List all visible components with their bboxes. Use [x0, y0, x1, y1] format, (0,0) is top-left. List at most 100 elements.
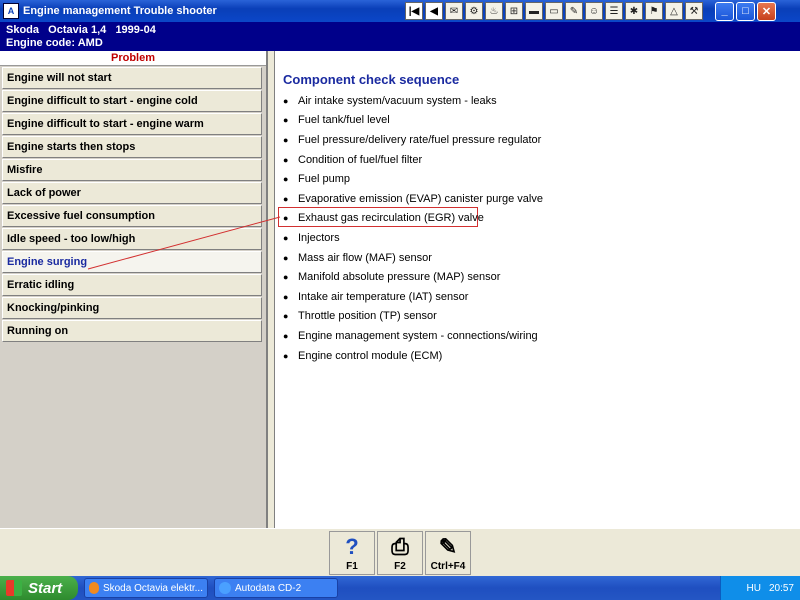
notes-button[interactable]: ✎ Ctrl+F4 [425, 531, 471, 575]
help-key-label: F1 [346, 561, 358, 572]
tool-icon[interactable]: ⚙ [465, 2, 483, 20]
bullet-icon: ● [283, 213, 289, 224]
problem-item[interactable]: Engine difficult to start - engine cold [2, 90, 262, 112]
list-item-label: Throttle position (TP) sensor [298, 310, 437, 323]
problem-item[interactable]: Knocking/pinking [2, 297, 262, 319]
tool-icon[interactable]: ✎ [565, 2, 583, 20]
window-title: Engine management Trouble shooter [23, 5, 217, 17]
vehicle-model: Skoda Octavia 1,4 1999-04 [6, 24, 156, 36]
bullet-icon: ● [283, 134, 289, 145]
tool-icon[interactable]: △ [665, 2, 683, 20]
problem-item[interactable]: Lack of power [2, 182, 262, 204]
bullet-icon: ● [283, 232, 289, 243]
list-item-label: Condition of fuel/fuel filter [298, 153, 423, 166]
tool-icon[interactable]: ✉ [445, 2, 463, 20]
bullet-icon: ● [283, 330, 289, 341]
list-item[interactable]: ● Engine management system - connections/… [283, 326, 543, 346]
list-item[interactable]: ● Intake air temperature (IAT) sensor [283, 287, 543, 307]
function-key-bar: ? F1 ⎙ F2 ✎ Ctrl+F4 [0, 528, 800, 576]
bullet-icon: ● [283, 154, 289, 165]
problem-item[interactable]: Misfire [2, 159, 262, 181]
list-item-label: Fuel pump [298, 173, 350, 186]
taskbar-label: Skoda Octavia elektr... [102, 582, 203, 594]
app-icon: A [3, 3, 19, 19]
start-button[interactable]: Start [0, 576, 78, 600]
tool-icon[interactable]: ☰ [605, 2, 623, 20]
system-tray: HU 20:57 [720, 576, 800, 600]
tool-icon[interactable]: ⚒ [685, 2, 703, 20]
list-item-highlighted[interactable]: ● Exhaust gas recirculation (EGR) valve [283, 209, 543, 229]
bullet-icon: ● [283, 115, 289, 126]
taskbar-button-browser[interactable]: Skoda Octavia elektr... [84, 578, 208, 598]
print-icon: ⎙ [391, 534, 409, 559]
list-item[interactable]: ● Fuel pressure/delivery rate/fuel pressu… [283, 130, 543, 150]
clock: 20:57 [768, 582, 794, 594]
list-item[interactable]: ● Manifold absolute pressure (MAP) sensor [283, 267, 543, 287]
list-item-label: Fuel tank/fuel level [298, 114, 390, 127]
list-item[interactable]: ● Air intake system/vacuum system - leaks [283, 91, 543, 111]
problem-item[interactable]: Erratic idling [2, 274, 262, 296]
help-button[interactable]: ? F1 [329, 531, 375, 575]
problem-sidebar: Problem Engine will not start Engine dif… [0, 51, 268, 528]
list-item[interactable]: ● Evaporative emission (EVAP) canister pu… [283, 189, 543, 209]
vehicle-info-bar: Skoda Octavia 1,4 1999-04 Engine code: A… [0, 22, 800, 51]
list-item[interactable]: ● Mass air flow (MAF) sensor [283, 248, 543, 268]
problem-item[interactable]: Running on [2, 320, 262, 342]
maximize-button[interactable]: □ [736, 1, 755, 21]
taskbar-button-autodata[interactable]: Autodata CD-2 [214, 578, 338, 598]
tool-icon[interactable]: ▬ [525, 2, 543, 20]
browser-icon [89, 582, 99, 594]
tool-icon[interactable]: ♨ [485, 2, 503, 20]
list-item-label: Fuel pressure/delivery rate/fuel pressur… [298, 133, 542, 146]
bullet-icon: ● [283, 95, 289, 106]
bullet-icon: ● [283, 350, 289, 361]
notes-key-label: Ctrl+F4 [430, 561, 466, 572]
list-item-label: Evaporative emission (EVAP) canister pur… [298, 192, 543, 205]
list-item-label: Exhaust gas recirculation (EGR) valve [298, 212, 484, 225]
bullet-icon: ● [283, 311, 289, 322]
taskbar: Start Skoda Octavia elektr... Autodata C… [0, 576, 800, 600]
tool-icon[interactable]: ⊞ [505, 2, 523, 20]
print-button[interactable]: ⎙ F2 [377, 531, 423, 575]
list-item[interactable]: ● Fuel tank/fuel level [283, 111, 543, 131]
title-bar: A Engine management Trouble shooter |◀ ◀… [0, 0, 800, 22]
tool-icon[interactable]: ✱ [625, 2, 643, 20]
list-item[interactable]: ● Injectors [283, 228, 543, 248]
list-item-label: Engine management system - connections/w… [298, 329, 538, 342]
tool-icon[interactable]: ☺ [585, 2, 603, 20]
first-page-icon[interactable]: |◀ [405, 2, 423, 20]
start-label: Start [28, 579, 63, 597]
check-sequence-panel: Component check sequence ● Air intake sys… [274, 51, 800, 528]
problem-item[interactable]: Excessive fuel consumption [2, 205, 262, 227]
problem-item[interactable]: Idle speed - too low/high [2, 228, 262, 250]
list-item-label: Intake air temperature (IAT) sensor [298, 290, 469, 303]
list-item[interactable]: ● Condition of fuel/fuel filter [283, 150, 543, 170]
panel-title: Component check sequence [283, 72, 460, 87]
list-item[interactable]: ● Engine control module (ECM) [283, 346, 543, 366]
bullet-icon: ● [283, 174, 289, 185]
list-item[interactable]: ● Throttle position (TP) sensor [283, 307, 543, 327]
bullet-icon: ● [283, 291, 289, 302]
bullet-icon: ● [283, 272, 289, 283]
minimize-button[interactable]: _ [715, 1, 734, 21]
problem-item[interactable]: Engine starts then stops [2, 136, 262, 158]
autodata-icon [219, 582, 231, 594]
windows-logo-icon [6, 580, 22, 596]
close-button[interactable]: ✕ [757, 1, 776, 21]
help-icon: ? [345, 534, 359, 559]
list-item-label: Injectors [298, 231, 340, 244]
previous-page-icon[interactable]: ◀ [425, 2, 443, 20]
notes-icon: ✎ [438, 534, 458, 559]
tool-icon[interactable]: ⚑ [645, 2, 663, 20]
list-item-label: Manifold absolute pressure (MAP) sensor [298, 271, 501, 284]
problem-item[interactable]: Engine will not start [2, 67, 262, 89]
language-indicator[interactable]: HU [747, 583, 761, 594]
tool-icon[interactable]: ▭ [545, 2, 563, 20]
problem-item-selected[interactable]: Engine surging [2, 251, 262, 273]
problem-item[interactable]: Engine difficult to start - engine warm [2, 113, 262, 135]
engine-code: Engine code: AMD [6, 37, 103, 49]
bullet-icon: ● [283, 193, 289, 204]
list-item-label: Engine control module (ECM) [298, 349, 443, 362]
list-item[interactable]: ● Fuel pump [283, 169, 543, 189]
taskbar-label: Autodata CD-2 [235, 582, 302, 594]
